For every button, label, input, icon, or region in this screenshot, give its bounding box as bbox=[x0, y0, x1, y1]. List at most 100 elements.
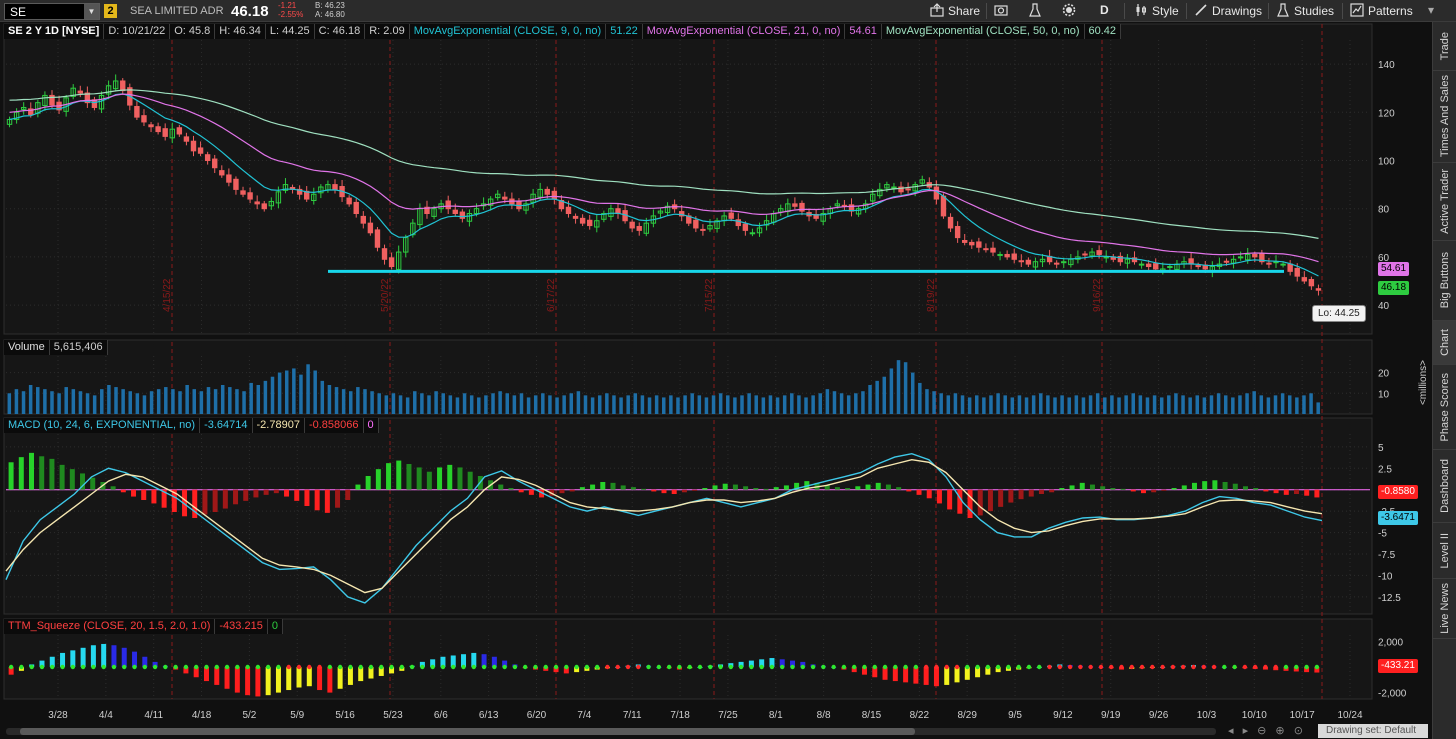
scrollbar-thumb[interactable] bbox=[20, 728, 915, 735]
timeframe-button[interactable]: D bbox=[1100, 3, 1109, 19]
squeeze-dot bbox=[872, 664, 877, 670]
squeeze-dot bbox=[163, 664, 168, 670]
volume-bar bbox=[541, 393, 545, 414]
macd-histogram-bar bbox=[743, 486, 749, 490]
ema9-label[interactable]: MovAvgExponential (CLOSE, 9, 0, no) bbox=[410, 24, 607, 39]
sidebar-tab-dashboard[interactable]: Dashboard bbox=[1433, 450, 1456, 523]
price-pane-header: SE 2 Y 1D [NYSE] D: 10/21/22 O: 45.8 H: 46.… bbox=[4, 24, 1122, 39]
chart-title[interactable]: SE 2 Y 1D [NYSE] bbox=[4, 24, 105, 39]
volume-bar bbox=[121, 389, 125, 414]
macd-histogram-bar bbox=[834, 487, 840, 490]
squeeze-dot bbox=[1222, 664, 1227, 670]
date-marker-label: 8/19/22 bbox=[926, 278, 937, 312]
x-tick-label: 8/29 bbox=[957, 710, 977, 721]
x-tick-label: 9/19 bbox=[1101, 710, 1121, 721]
squeeze-histogram-bar bbox=[913, 667, 919, 684]
macd-tick-label: -5 bbox=[1378, 529, 1387, 540]
volume-bar bbox=[647, 397, 652, 414]
macd-histogram-bar bbox=[947, 489, 953, 510]
squeeze-dot bbox=[759, 664, 764, 670]
studies-button[interactable]: Studies bbox=[1276, 3, 1334, 19]
volume-bar bbox=[228, 387, 232, 414]
sidebar-tab-level-ii[interactable]: Level II bbox=[1433, 523, 1456, 579]
sidebar-tab-active-trader[interactable]: Active Trader bbox=[1433, 163, 1456, 241]
top-toolbar: SE ▼ 2 SEA LIMITED ADR 46.18 -1.21 -2.55… bbox=[0, 0, 1456, 22]
sidebar-tab-big-buttons[interactable]: Big Buttons bbox=[1433, 241, 1456, 321]
candle-body bbox=[1096, 250, 1102, 255]
symbol-dropdown-icon[interactable]: ▼ bbox=[84, 4, 99, 19]
volume-bar bbox=[448, 395, 453, 414]
volume-bar bbox=[7, 393, 12, 414]
chart-canvas[interactable]: 3/28 4/4 4/11 4/18 5/2 5/9 5/16 5/23 6/6 6/13 6/20… bbox=[0, 22, 1432, 723]
squeeze-dot bbox=[461, 664, 466, 670]
squeeze-dot bbox=[132, 664, 137, 670]
candle-body bbox=[1252, 253, 1258, 258]
candle-body bbox=[629, 221, 635, 229]
squeeze-dot bbox=[687, 664, 692, 670]
toolbar-divider bbox=[1268, 3, 1269, 19]
drawing-set-selector[interactable]: Drawing set: Default bbox=[1318, 724, 1428, 738]
volume-bar bbox=[718, 393, 723, 414]
sidebar-tab-trade[interactable]: Trade bbox=[1433, 22, 1456, 71]
volume-bar bbox=[413, 391, 417, 414]
volume-bar bbox=[1245, 393, 1249, 414]
squeeze-histogram-bar bbox=[347, 667, 353, 685]
chart-area[interactable]: 3/28 4/4 4/11 4/18 5/2 5/9 5/16 5/23 6/6 6/13 6/20… bbox=[0, 22, 1432, 731]
macd-histogram-bar bbox=[314, 489, 320, 511]
squeeze-pane-header: TTM_Squeeze (CLOSE, 20, 1.5, 2.0, 1.0) -4… bbox=[4, 619, 283, 634]
candle-body bbox=[134, 106, 140, 118]
macd-histogram-bar bbox=[1253, 488, 1259, 490]
squeeze-dot bbox=[358, 664, 363, 670]
volume-bar bbox=[206, 387, 211, 414]
style-button[interactable]: Style bbox=[1134, 3, 1179, 19]
toolbar-overflow[interactable]: ▾ bbox=[1428, 3, 1434, 19]
squeeze-dot bbox=[204, 664, 209, 670]
symbol-input[interactable]: SE ▼ bbox=[4, 3, 100, 20]
sidebar-tab-live-news[interactable]: Live News bbox=[1433, 579, 1456, 639]
zoom-controls[interactable]: ◂ ▸ ⊖ ⊕ ⊙ bbox=[1228, 724, 1306, 737]
squeeze-dot bbox=[512, 664, 518, 670]
link-group-badge[interactable]: 2 bbox=[104, 4, 117, 18]
macd-label[interactable]: MACD (10, 24, 6, EXPONENTIAL, no) bbox=[4, 418, 201, 433]
x-tick-label: 3/28 bbox=[48, 710, 68, 721]
volume-bar bbox=[462, 393, 467, 414]
ema21-label[interactable]: MovAvgExponential (CLOSE, 21, 0, no) bbox=[643, 24, 846, 39]
price-pane-frame bbox=[3, 23, 1373, 335]
sidebar-tab-label: Times And Sales bbox=[1439, 75, 1451, 158]
sidebar-tab-phase-scores[interactable]: Phase Scores bbox=[1433, 365, 1456, 450]
patterns-button[interactable]: Patterns bbox=[1350, 3, 1413, 19]
macd-histogram-bar bbox=[467, 471, 473, 490]
sidebar-tab-label: Live News bbox=[1439, 583, 1451, 634]
x-tick-label: 8/1 bbox=[769, 710, 783, 721]
settings-button[interactable] bbox=[1062, 3, 1080, 19]
drawings-button[interactable]: Drawings bbox=[1194, 3, 1262, 19]
macd-avg: -2.78907 bbox=[253, 418, 305, 433]
volume-bar bbox=[220, 385, 225, 414]
volume-bar bbox=[918, 382, 922, 414]
squeeze-dot bbox=[368, 664, 374, 670]
lab-button[interactable] bbox=[1028, 3, 1046, 19]
sidebar-tab-times-and-sales[interactable]: Times And Sales bbox=[1433, 71, 1456, 163]
volume-bar bbox=[1295, 397, 1299, 414]
candle-body bbox=[1308, 279, 1315, 287]
bid-price: B: 46.23 bbox=[315, 1, 345, 10]
volume-label[interactable]: Volume bbox=[4, 340, 50, 355]
share-button[interactable]: Share bbox=[930, 3, 980, 19]
volume-bar bbox=[1266, 397, 1271, 414]
squeeze-dot bbox=[1304, 664, 1309, 670]
x-tick-label: 7/18 bbox=[670, 710, 690, 721]
volume-bar bbox=[1003, 395, 1007, 414]
squeeze-dot bbox=[615, 664, 620, 670]
volume-bar bbox=[455, 397, 460, 414]
sidebar-tab-chart[interactable]: Chart bbox=[1433, 321, 1456, 365]
ema50-label[interactable]: MovAvgExponential (CLOSE, 50, 0, no) bbox=[882, 24, 1085, 39]
volume-bar bbox=[192, 389, 197, 414]
macd-histogram-bar bbox=[559, 489, 565, 494]
volume-bar bbox=[1053, 397, 1057, 414]
chart-snapshot-button[interactable] bbox=[994, 3, 1012, 19]
squeeze-histogram-bar bbox=[132, 651, 138, 667]
volume-bar bbox=[989, 395, 993, 414]
squeeze-label[interactable]: TTM_Squeeze (CLOSE, 20, 1.5, 2.0, 1.0) bbox=[4, 619, 216, 634]
candle-body bbox=[247, 192, 253, 200]
share-label: Share bbox=[948, 4, 981, 18]
